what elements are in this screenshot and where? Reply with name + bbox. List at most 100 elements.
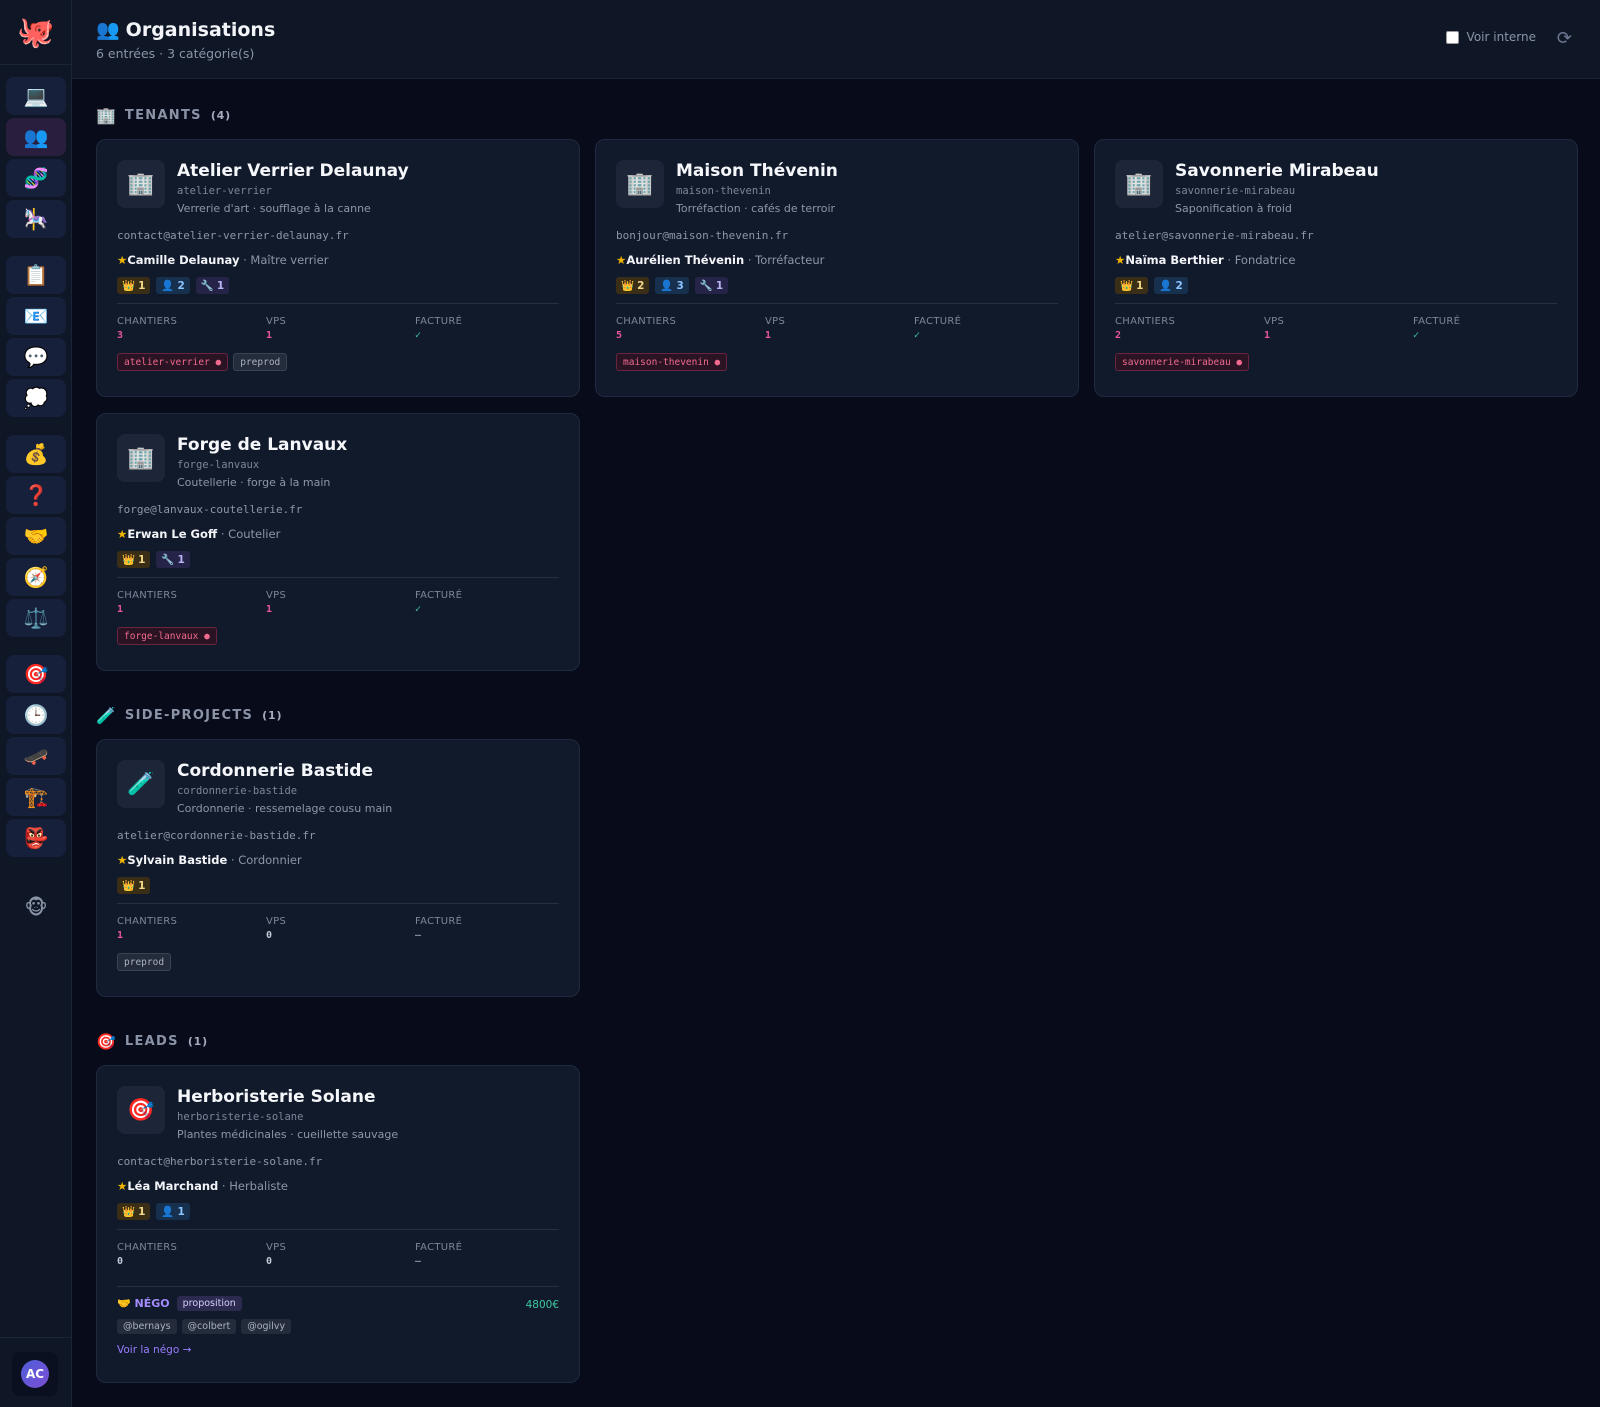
goblin-icon[interactable]: 👺 (6, 819, 66, 857)
role-badges: 👑 2 👤 3 🔧 1 (616, 277, 729, 294)
stat-label: CHANTIERS (117, 916, 178, 927)
stat-chantiers: CHANTIERS 0 (117, 1242, 257, 1267)
section-count: (4) (210, 109, 231, 122)
page-header: 👥 Organisations 6 entrées · 3 catégorie(… (72, 0, 1600, 79)
view-negotiation-link[interactable]: Voir la négo → (117, 1344, 191, 1356)
owner-count: 1 (138, 279, 146, 292)
owner-count: 1 (1136, 279, 1144, 292)
building-icon: 🏢 (117, 160, 165, 208)
person-icon: 👤 (161, 1206, 175, 1218)
org-slug: forge-lanvaux (177, 459, 260, 471)
section-tenants: 🏢 TENANTS (4) (96, 106, 231, 125)
org-email[interactable]: bonjour@maison-thevenin.fr (616, 229, 788, 242)
divider (1115, 303, 1557, 304)
org-email[interactable]: forge@lanvaux-coutellerie.fr (117, 503, 302, 516)
org-contact: ★Camille Delaunay · Maître verrier (117, 253, 328, 267)
laptop-icon[interactable]: 💻 (6, 77, 66, 115)
organisations-icon[interactable]: 👥 (6, 118, 66, 156)
stat-label: VPS (266, 590, 287, 601)
org-name: Atelier Verrier Delaunay (177, 161, 409, 181)
org-card-lanvaux[interactable]: 🏢 Forge de Lanvaux forge-lanvaux Coutell… (96, 413, 580, 671)
scales-icon[interactable]: ⚖️ (6, 599, 66, 637)
env-tag[interactable]: forge-lanvaux ● (117, 627, 217, 645)
org-description: Cordonnerie · ressemelage cousu main (177, 802, 393, 815)
stat-value: 0 (117, 1256, 124, 1267)
contact-separator: · (239, 253, 251, 267)
email-icon[interactable]: 📧 (6, 297, 66, 335)
thought-bubble-icon[interactable]: 💭 (6, 379, 66, 417)
target-icon[interactable]: 🎯 (6, 655, 66, 693)
env-tag[interactable]: preprod (117, 953, 172, 971)
stat-chantiers: CHANTIERS 5 (616, 316, 756, 341)
crown-icon: 👑 (1120, 280, 1134, 292)
org-card-bastide[interactable]: 🧪 Cordonnerie Bastide cordonnerie-bastid… (96, 739, 580, 997)
clock-icon[interactable]: 🕒 (6, 696, 66, 734)
stat-value: ✓ (914, 330, 921, 341)
env-tags: atelier-verrier ● preprod (117, 353, 288, 371)
org-slug: savonnerie-mirabeau (1175, 185, 1296, 197)
page-title: 👥 Organisations (96, 18, 276, 42)
stat-chantiers: CHANTIERS 2 (1115, 316, 1255, 341)
show-internal-toggle[interactable]: Voir interne (1445, 30, 1536, 44)
contact-name: Sylvain Bastide (127, 853, 228, 867)
env-tag[interactable]: atelier-verrier ● (117, 353, 229, 371)
star-icon: ★ (117, 853, 128, 867)
org-card-thevenin[interactable]: 🏢 Maison Thévenin maison-thevenin Torréf… (595, 139, 1079, 397)
contact-role: Torréfacteur (755, 253, 825, 267)
owner-badge: 👑 1 (117, 551, 151, 568)
stat-vps: VPS 0 (266, 916, 406, 941)
stat-label: CHANTIERS (616, 316, 677, 327)
stat-value: 1 (117, 930, 124, 941)
question-icon[interactable]: ❓ (6, 476, 66, 514)
dna-icon[interactable]: 🧬 (6, 159, 66, 197)
org-name: Herboristerie Solane (177, 1087, 376, 1107)
section-title: SIDE-PROJECTS (124, 708, 254, 723)
org-card-solane[interactable]: 🎯 Herboristerie Solane herboristerie-sol… (96, 1065, 580, 1383)
refresh-icon[interactable]: ⟳ (1557, 28, 1572, 49)
person-icon: 👤 (660, 280, 674, 292)
org-card-mirabeau[interactable]: 🏢 Savonnerie Mirabeau savonnerie-mirabea… (1094, 139, 1578, 397)
page-title-text: Organisations (125, 18, 276, 41)
carousel-icon[interactable]: 🎠 (6, 200, 66, 238)
org-slug: maison-thevenin (676, 185, 771, 197)
org-name: Savonnerie Mirabeau (1175, 161, 1379, 181)
chat-icon[interactable]: 💬 (6, 338, 66, 376)
divider (117, 577, 559, 578)
star-icon: ★ (616, 253, 627, 267)
construction-icon[interactable]: 🏗️ (6, 778, 66, 816)
contact-role: Cordonnier (238, 853, 302, 867)
org-email[interactable]: atelier@cordonnerie-bastide.fr (117, 829, 316, 842)
skateboard-icon[interactable]: 🛹 (6, 737, 66, 775)
role-badges: 👑 1 👤 1 (117, 1203, 190, 1220)
money-bag-icon[interactable]: 💰 (6, 435, 66, 473)
role-badges: 👑 1 🔧 1 (117, 551, 190, 568)
compass-icon[interactable]: 🧭 (6, 558, 66, 596)
org-email[interactable]: contact@atelier-verrier-delaunay.fr (117, 229, 349, 242)
stat-value: — (415, 930, 422, 941)
env-tag[interactable]: savonnerie-mirabeau ● (1115, 353, 1250, 371)
org-slug: atelier-verrier (177, 185, 272, 197)
avatar[interactable]: AC (12, 1352, 58, 1396)
handshake-icon[interactable]: 🤝 (6, 517, 66, 555)
stat-chantiers: CHANTIERS 1 (117, 590, 257, 615)
org-email[interactable]: atelier@savonnerie-mirabeau.fr (1115, 229, 1314, 242)
divider (117, 1229, 559, 1230)
role-badges: 👑 1 (117, 877, 151, 894)
member-count: 3 (676, 279, 684, 292)
org-card-delaunay[interactable]: 🏢 Atelier Verrier Delaunay atelier-verri… (96, 139, 580, 397)
contact-separator: · (1223, 253, 1235, 267)
test-tube-icon: 🧪 (96, 706, 116, 725)
org-email[interactable]: contact@herboristerie-solane.fr (117, 1155, 322, 1168)
octopus-logo-icon[interactable]: 🐙 (0, 0, 72, 65)
member-count: 2 (1175, 279, 1183, 292)
env-tag[interactable]: preprod (233, 353, 288, 371)
monkey-icon[interactable]: 🐵 (6, 888, 66, 926)
clipboard-icon[interactable]: 📋 (6, 256, 66, 294)
stat-value: ✓ (415, 604, 422, 615)
env-tag[interactable]: maison-thevenin ● (616, 353, 728, 371)
stat-facture: FACTURÉ — (415, 1242, 555, 1267)
wrench-icon: 🔧 (161, 554, 175, 566)
wrench-icon: 🔧 (200, 280, 214, 292)
crown-icon: 👑 (122, 880, 136, 892)
show-internal-checkbox[interactable] (1445, 30, 1459, 44)
